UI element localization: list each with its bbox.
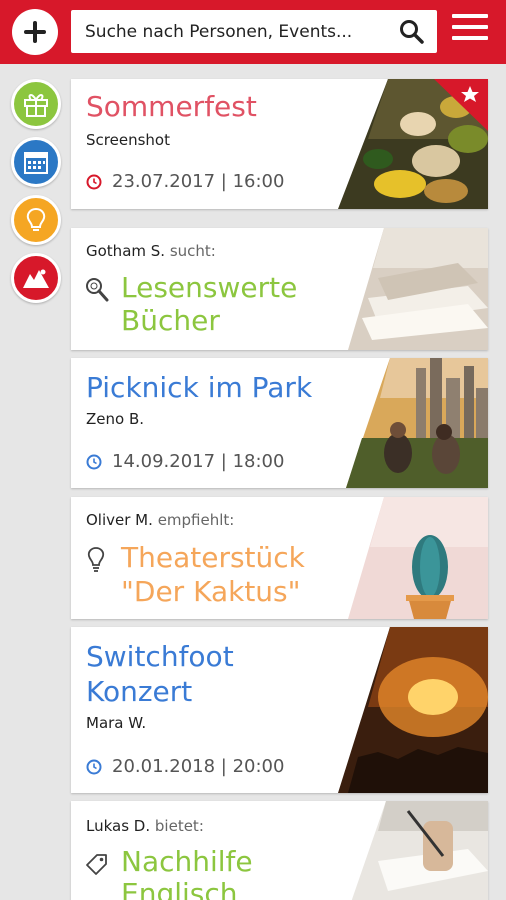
offer-author-line: Lukas D. bietet: <box>86 817 204 835</box>
tent-icon <box>23 269 49 288</box>
event-title: Sommerfest <box>86 90 257 123</box>
search-card-gotham[interactable]: Gotham S. sucht: Lesenswerte Bücher <box>71 228 488 350</box>
event-title-line1: Switchfoot <box>86 640 234 673</box>
event-card-picknick[interactable]: Picknick im Park Zeno B. 14.09.2017 | 18… <box>71 358 488 488</box>
event-datetime: 23.07.2017 | 16:00 <box>112 171 285 192</box>
event-datetime-row: 23.07.2017 | 16:00 <box>86 171 284 192</box>
clock-icon <box>86 759 102 774</box>
writing-photo <box>351 801 488 900</box>
magnifier-icon <box>86 278 109 302</box>
picnic-photo <box>346 358 488 488</box>
tip-title-line1: Theaterstück <box>121 541 305 574</box>
search-input[interactable] <box>71 10 391 53</box>
author-name: Lukas D. <box>86 817 151 835</box>
event-subtitle: Screenshot <box>86 131 170 149</box>
lightbulb-icon <box>26 207 46 231</box>
lightbulb-outline-icon <box>87 547 105 572</box>
event-subtitle: Zeno B. <box>86 410 145 428</box>
search-icon[interactable] <box>399 19 425 45</box>
request-title-line1: Lesenswerte <box>121 271 298 304</box>
event-datetime: 14.09.2017 | 18:00 <box>112 451 285 472</box>
top-bar <box>0 0 506 64</box>
hamburger-menu-icon[interactable] <box>452 14 488 48</box>
clock-icon <box>86 174 102 189</box>
category-gift-button[interactable] <box>11 79 61 129</box>
category-camp-button[interactable] <box>11 253 61 303</box>
tip-card-oliver[interactable]: Oliver M. empfiehlt: Theaterstück "Der K… <box>71 497 488 619</box>
event-datetime-row: 20.01.2018 | 20:00 <box>86 756 284 777</box>
cactus-photo <box>348 497 488 619</box>
concert-photo <box>338 627 488 793</box>
author-verb: empfiehlt: <box>157 511 235 529</box>
search-bar[interactable] <box>71 10 437 53</box>
event-title-line2: Konzert <box>86 675 193 708</box>
event-datetime: 20.01.2018 | 20:00 <box>112 756 285 777</box>
category-calendar-button[interactable] <box>11 137 61 187</box>
gift-icon <box>24 94 48 117</box>
add-button[interactable] <box>12 9 58 55</box>
event-card-sommerfest[interactable]: Sommerfest Screenshot 23.07.2017 | 16:00 <box>71 79 488 209</box>
author-verb: bietet: <box>154 817 204 835</box>
books-photo <box>348 228 488 350</box>
barbecue-photo <box>338 79 488 209</box>
event-card-switchfoot[interactable]: Switchfoot Konzert Mara W. 20.01.2018 | … <box>71 627 488 793</box>
author-verb: sucht: <box>169 242 216 260</box>
author-name: Oliver M. <box>86 511 153 529</box>
calendar-icon <box>24 152 48 174</box>
event-title: Picknick im Park <box>86 371 313 404</box>
tip-title-line2: "Der Kaktus" <box>121 575 301 608</box>
tip-author-line: Oliver M. empfiehlt: <box>86 511 234 529</box>
event-datetime-row: 14.09.2017 | 18:00 <box>86 451 284 472</box>
tag-icon <box>86 854 107 875</box>
offer-card-lukas[interactable]: Lukas D. bietet: Nachhilfe Englisch <box>71 801 488 900</box>
request-author-line: Gotham S. sucht: <box>86 242 216 260</box>
plus-icon <box>24 21 46 43</box>
clock-icon <box>86 454 102 469</box>
author-name: Gotham S. <box>86 242 166 260</box>
offer-title-line1: Nachhilfe <box>121 845 253 878</box>
offer-title-line2: Englisch <box>121 877 238 900</box>
category-idea-button[interactable] <box>11 195 61 245</box>
request-title-line2: Bücher <box>121 304 220 337</box>
event-subtitle: Mara W. <box>86 714 147 732</box>
